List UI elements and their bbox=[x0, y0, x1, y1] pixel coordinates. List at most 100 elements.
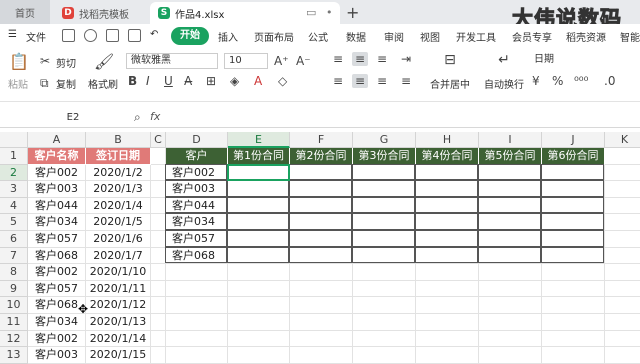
thousands-icon[interactable]: ⁰⁰⁰ bbox=[574, 74, 588, 88]
table2-data-cell[interactable] bbox=[415, 213, 478, 230]
grid-cell[interactable] bbox=[479, 264, 542, 281]
table1-header[interactable]: 客户名称 bbox=[28, 148, 86, 165]
table2-data-cell[interactable] bbox=[415, 246, 478, 264]
table2-data-cell[interactable] bbox=[352, 230, 415, 247]
menu-member[interactable]: 会员专享 bbox=[512, 29, 552, 44]
grid-cell[interactable] bbox=[353, 330, 416, 348]
table2-data-cell[interactable] bbox=[478, 246, 541, 264]
table1-cell[interactable]: 客户003 bbox=[28, 181, 86, 198]
merge-center-button[interactable]: 合并居中 bbox=[430, 76, 470, 91]
table2-data-cell[interactable] bbox=[289, 213, 352, 230]
copy-button[interactable]: 复制 bbox=[56, 76, 76, 91]
print-icon[interactable] bbox=[106, 29, 119, 42]
menu-smart[interactable]: 智能 bbox=[620, 29, 640, 44]
table1-cell[interactable]: 客户057 bbox=[28, 280, 86, 298]
table2-data-cell[interactable] bbox=[478, 180, 541, 197]
table2-data-cell[interactable] bbox=[541, 163, 604, 181]
align-bottom-icon[interactable]: ≡ bbox=[374, 52, 390, 66]
undo-icon[interactable]: ↶ bbox=[150, 29, 158, 40]
currency-icon[interactable]: ¥ bbox=[532, 74, 540, 88]
row-header-4[interactable]: 4 bbox=[0, 197, 28, 215]
column-header-k[interactable]: K bbox=[605, 132, 640, 148]
grid-cell[interactable] bbox=[479, 347, 542, 364]
table1-cell[interactable]: 客户002 bbox=[28, 330, 86, 348]
table1-cell[interactable]: 客户003 bbox=[28, 347, 86, 364]
selected-cell-e2[interactable] bbox=[227, 163, 290, 182]
grid-cell[interactable] bbox=[166, 347, 228, 364]
grid-cell[interactable] bbox=[290, 330, 353, 348]
table2-header[interactable]: 第6份合同 bbox=[542, 148, 605, 165]
grid-cell[interactable] bbox=[290, 264, 353, 281]
new-tab-icon[interactable]: + bbox=[346, 3, 359, 22]
row-header-11[interactable]: 11 bbox=[0, 314, 28, 331]
fill-color-icon[interactable]: ◈ bbox=[230, 74, 239, 88]
grid-cell[interactable] bbox=[290, 347, 353, 364]
grid-cell[interactable] bbox=[605, 281, 640, 298]
grid-cell[interactable] bbox=[151, 330, 166, 348]
table2-data-cell[interactable] bbox=[227, 180, 289, 197]
row-header-12[interactable]: 12 bbox=[0, 330, 28, 348]
table1-cell[interactable]: 客户002 bbox=[28, 164, 86, 182]
row-header-5[interactable]: 5 bbox=[0, 214, 28, 231]
row-header-1[interactable]: 1 bbox=[0, 148, 28, 165]
table2-customer-cell[interactable]: 客户034 bbox=[165, 213, 227, 230]
grid-cell[interactable] bbox=[542, 330, 605, 348]
grid-cell[interactable] bbox=[228, 314, 290, 331]
table2-header[interactable]: 第3份合同 bbox=[353, 148, 416, 165]
decrease-font-icon[interactable]: A⁻ bbox=[296, 54, 311, 68]
table1-cell[interactable]: 2020/1/15 bbox=[86, 347, 151, 364]
fx-icon[interactable]: fx bbox=[150, 110, 160, 123]
menu-developer[interactable]: 开发工具 bbox=[456, 29, 496, 44]
grid-cell[interactable] bbox=[151, 347, 166, 364]
table1-cell[interactable]: 客户034 bbox=[28, 314, 86, 331]
table2-data-cell[interactable] bbox=[352, 213, 415, 230]
grid-cell[interactable] bbox=[605, 347, 640, 364]
grid-cell[interactable] bbox=[228, 264, 290, 281]
wrap-text-button[interactable]: 自动换行 bbox=[484, 76, 524, 91]
menu-file[interactable]: 文件 bbox=[26, 29, 46, 44]
table2-header[interactable]: 第5份合同 bbox=[479, 148, 542, 165]
grid-cell[interactable] bbox=[228, 297, 290, 314]
strikethrough-icon[interactable]: A̶ bbox=[184, 74, 192, 88]
increase-font-icon[interactable]: A⁺ bbox=[274, 54, 289, 68]
paste-button[interactable]: 粘贴 bbox=[8, 76, 28, 91]
column-header-g[interactable]: G bbox=[353, 132, 416, 148]
monitor-icon[interactable]: ▭ bbox=[306, 6, 316, 19]
italic-button[interactable]: I bbox=[146, 74, 150, 88]
table1-cell[interactable]: 2020/1/3 bbox=[86, 181, 151, 198]
grid-cell[interactable] bbox=[416, 280, 479, 298]
grid-cell[interactable] bbox=[151, 247, 166, 265]
table1-header[interactable]: 签订日期 bbox=[86, 148, 151, 165]
menu-insert[interactable]: 插入 bbox=[218, 29, 238, 44]
table2-data-cell[interactable] bbox=[478, 213, 541, 230]
bold-button[interactable]: B bbox=[128, 74, 137, 88]
grid-cell[interactable] bbox=[542, 314, 605, 331]
grid-cell[interactable] bbox=[290, 314, 353, 331]
table2-data-cell[interactable] bbox=[289, 230, 352, 247]
column-header-e[interactable]: E bbox=[228, 132, 290, 148]
grid-cell[interactable] bbox=[228, 347, 290, 364]
menu-docer[interactable]: 稻壳资源 bbox=[566, 29, 606, 44]
grid-cell[interactable] bbox=[542, 347, 605, 364]
menu-icon[interactable]: ☰ bbox=[8, 29, 17, 40]
row-header-8[interactable]: 8 bbox=[0, 264, 28, 281]
menu-formula[interactable]: 公式 bbox=[308, 29, 328, 44]
grid-cell[interactable] bbox=[151, 264, 166, 281]
grid-cell[interactable] bbox=[479, 314, 542, 331]
grid-cell[interactable] bbox=[151, 181, 166, 198]
table2-data-cell[interactable] bbox=[415, 163, 478, 181]
grid-cell[interactable] bbox=[151, 280, 166, 298]
column-header-j[interactable]: J bbox=[542, 132, 605, 148]
grid-cell[interactable] bbox=[151, 148, 166, 165]
align-center-icon[interactable]: ≡ bbox=[352, 74, 368, 88]
name-box[interactable]: E2 bbox=[8, 110, 138, 126]
indent-icon[interactable]: ⇥ bbox=[398, 52, 414, 66]
menu-view[interactable]: 视图 bbox=[420, 29, 440, 44]
table2-data-cell[interactable] bbox=[289, 163, 352, 181]
table2-data-cell[interactable] bbox=[541, 246, 604, 264]
grid-cell[interactable] bbox=[151, 314, 166, 331]
grid-cell[interactable] bbox=[166, 264, 228, 281]
table2-data-cell[interactable] bbox=[478, 230, 541, 247]
grid-cell[interactable] bbox=[416, 347, 479, 364]
align-middle-icon[interactable]: ≡ bbox=[352, 52, 368, 66]
